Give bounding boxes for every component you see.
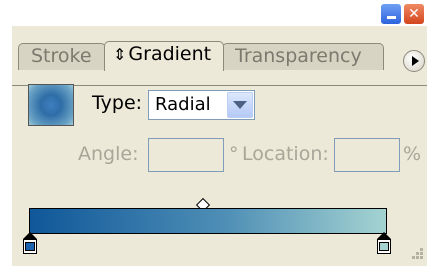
- location-label: Location:: [242, 143, 329, 165]
- minimize-icon: [386, 16, 396, 19]
- tab-gradient-label: Gradient: [128, 43, 212, 65]
- angle-label: Angle:: [78, 143, 139, 165]
- tab-stroke-label: Stroke: [31, 45, 92, 67]
- tab-divider: [12, 85, 427, 86]
- gradient-stop-start[interactable]: [23, 232, 37, 256]
- panel-menu-button[interactable]: [403, 50, 425, 72]
- tab-gradient[interactable]: ⇕ Gradient: [104, 41, 224, 71]
- angle-input[interactable]: [148, 138, 224, 172]
- tab-bar: Stroke ⇕ Gradient Transparency: [12, 41, 427, 86]
- gradient-preview-swatch[interactable]: [28, 84, 74, 126]
- chevron-down-icon: [233, 101, 247, 109]
- close-button[interactable]: ✕: [403, 3, 425, 25]
- gradient-ramp[interactable]: [29, 208, 387, 234]
- location-input[interactable]: [334, 138, 400, 172]
- stop-cap-icon: [377, 232, 391, 239]
- stop-cap-icon: [23, 232, 37, 239]
- updown-arrows-icon: ⇕: [113, 45, 127, 64]
- dropdown-button[interactable]: [227, 92, 253, 118]
- close-icon: ✕: [408, 6, 420, 22]
- tab-transparency-label: Transparency: [235, 45, 362, 67]
- type-select-value: Radial: [155, 94, 211, 115]
- stop-color-chip: [25, 242, 35, 251]
- gradient-stop-end[interactable]: [377, 232, 391, 256]
- degree-symbol: °: [229, 143, 239, 165]
- resize-grip-icon[interactable]: [410, 246, 424, 260]
- type-label: Type:: [92, 92, 143, 114]
- play-arrow-icon: [411, 56, 419, 66]
- percent-symbol: %: [403, 143, 422, 165]
- stop-color-chip: [379, 242, 389, 251]
- gradient-panel: Stroke ⇕ Gradient Transparency Type: Radi…: [12, 26, 427, 266]
- minimize-button[interactable]: [380, 3, 402, 25]
- tab-stroke[interactable]: Stroke: [18, 43, 106, 70]
- tab-transparency[interactable]: Transparency: [222, 43, 384, 70]
- type-select[interactable]: Radial: [148, 90, 255, 120]
